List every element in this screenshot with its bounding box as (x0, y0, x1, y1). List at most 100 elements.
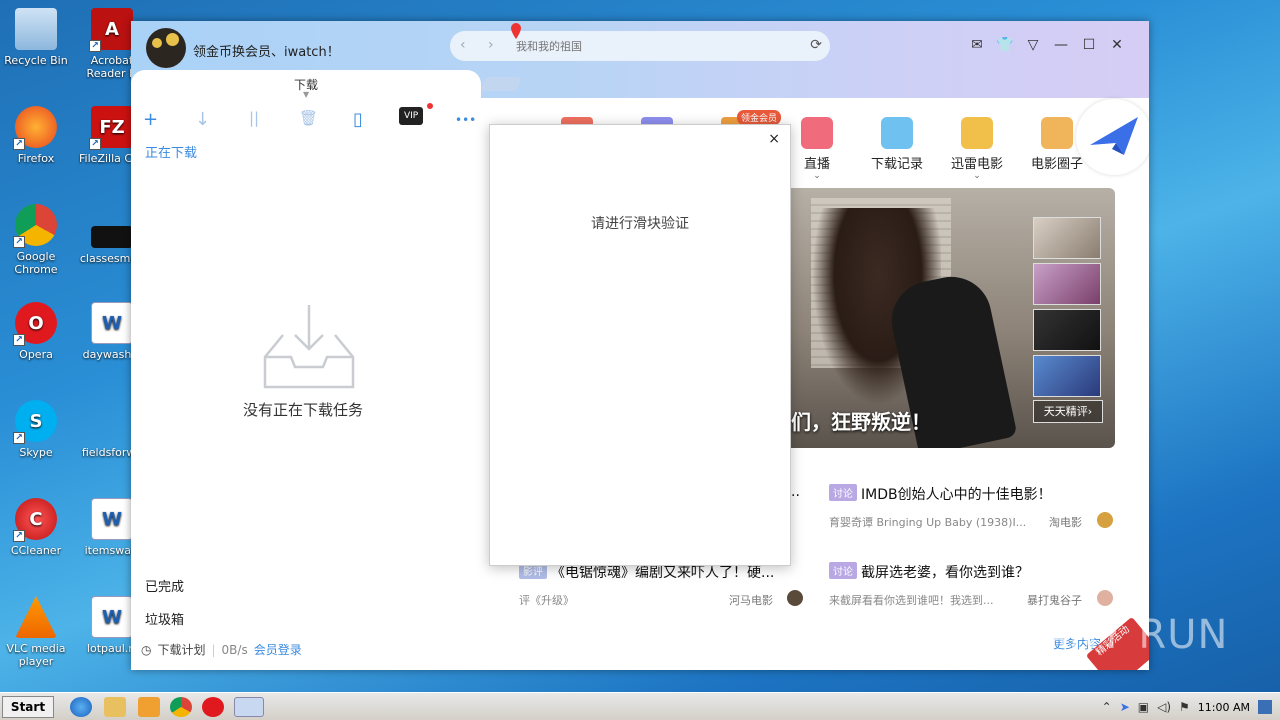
thumbnail[interactable] (1033, 309, 1101, 351)
skype-icon: S ↗ (13, 400, 57, 444)
member-login-link[interactable]: 会员登录 (254, 641, 302, 658)
desktop-icon-label: CCleaner (10, 544, 62, 557)
skin-icon[interactable]: 👕 (991, 37, 1019, 53)
search-input[interactable] (516, 37, 796, 55)
news-title: 《电锯惊魂》编剧又来吓人了！硬... (551, 565, 775, 581)
opera-icon: O ↗ (13, 302, 57, 346)
address-bar: ‹ › ⟳ (450, 23, 830, 61)
news-source: 河马电影 (729, 594, 773, 607)
avatar (787, 590, 803, 606)
desktop-icon-chrome[interactable]: ↗ Google Chrome (0, 204, 72, 276)
show-desktop-button[interactable] (1258, 700, 1272, 714)
thunder-tray-icon[interactable]: ➤ (1120, 700, 1130, 714)
news-subtitle: 评《升级》 (519, 594, 574, 607)
daily-review-button[interactable]: 天天精评› (1033, 400, 1103, 423)
news-title: 截屏选老婆，看你选到谁？ (861, 565, 1029, 581)
menu-icon[interactable]: ▽ (1019, 37, 1047, 53)
avatar (1097, 512, 1113, 528)
clock[interactable]: 11:00 AM (1198, 701, 1250, 714)
thumbnail[interactable] (1033, 263, 1101, 305)
avatar (1097, 590, 1113, 606)
promo-link[interactable]: 领金币换会员、iwatch！ (193, 41, 340, 60)
flag-icon[interactable]: ⚑ (1179, 700, 1190, 714)
news-subtitle: 来截屏看看你选到谁吧！我选到... (829, 594, 994, 607)
media-player-icon[interactable] (138, 697, 160, 717)
desktop-icon-skype[interactable]: S ↗ Skype (0, 400, 72, 459)
news-source: 暴打鬼谷子 (1027, 594, 1082, 607)
close-icon[interactable]: × (768, 131, 780, 147)
status-bar: ◷ 下载计划 | 0B/s 会员登录 (141, 641, 302, 658)
volume-icon[interactable]: ◁) (1157, 700, 1171, 714)
ie-icon[interactable] (70, 697, 92, 717)
vlc-icon (15, 596, 57, 638)
completed-filter[interactable]: 已完成 (145, 576, 184, 595)
network-icon[interactable]: ▣ (1138, 700, 1149, 714)
desktop-icon-firefox[interactable]: ↗ Firefox (0, 106, 72, 165)
chrome-icon[interactable] (170, 697, 192, 717)
thumbnail[interactable] (1033, 355, 1101, 397)
desktop-icon-label: Opera (19, 348, 53, 361)
category-label: 直播 (803, 157, 830, 172)
desktop-icon-label: Skype (19, 446, 53, 459)
news-title-partial[interactable]: .. (791, 484, 800, 500)
bird-icon (1090, 117, 1138, 155)
explorer-icon[interactable] (104, 697, 126, 717)
banner-caption: 人们，狂野叛逆！ (771, 410, 931, 434)
opera-icon[interactable] (202, 697, 224, 717)
trash-filter[interactable]: 垃圾箱 (145, 609, 184, 628)
user-avatar[interactable] (146, 28, 186, 68)
start-button[interactable]: Start (2, 696, 54, 718)
thunder-logo[interactable] (1076, 99, 1149, 175)
delete-icon[interactable]: 🗑 (299, 109, 318, 127)
new-tab-button[interactable] (480, 77, 522, 91)
file-icon (91, 226, 133, 248)
taskbar: Start ⌃ ➤ ▣ ◁) ⚑ 11:00 AM (0, 692, 1280, 720)
live-tv-icon (801, 117, 833, 149)
forward-icon[interactable]: › (488, 37, 494, 53)
news-tag: 讨论 (829, 484, 857, 501)
film-circle-icon (1041, 117, 1073, 149)
start-download-icon[interactable]: ↓ (195, 109, 210, 130)
message-icon[interactable]: ✉ (963, 37, 991, 53)
download-plan-link[interactable]: 下载计划 (157, 641, 205, 658)
thunder-taskbar-icon[interactable] (234, 697, 264, 717)
refresh-icon[interactable]: ⟳ (810, 37, 822, 53)
back-icon[interactable]: ‹ (460, 37, 466, 53)
chevron-up-icon[interactable]: ⌃ (1102, 700, 1112, 714)
category-live[interactable]: 直播 ⌄ (787, 117, 847, 181)
news-item-3[interactable]: 讨论 截屏选老婆，看你选到谁？ (829, 562, 1029, 582)
thumbnail[interactable] (1033, 217, 1101, 259)
news-title: IMDB创始人心中的十佳电影！ (861, 487, 1052, 503)
slider-verification-dialog: × 请进行滑块验证 (489, 124, 791, 566)
title-bar: 领金币换会员、iwatch！ ‹ › ⟳ ✉ 👕 ▽ — ☐ ✕ 下载 ▼ (131, 21, 1149, 100)
more-icon[interactable]: ••• (455, 113, 476, 127)
chrome-icon: ↗ (13, 204, 57, 248)
pause-icon[interactable]: || (249, 109, 259, 127)
desktop-icon-vlc[interactable]: VLC media player (0, 596, 72, 668)
desktop-icon-ccleaner[interactable]: C ↗ CCleaner (0, 498, 72, 557)
desktop-icon-recycle-bin[interactable]: Recycle Bin (0, 8, 72, 67)
news-item-1[interactable]: 讨论 IMDB创始人心中的十佳电影！ (829, 484, 1052, 504)
file-icon (91, 400, 133, 442)
minimize-button[interactable]: — (1047, 37, 1075, 53)
category-label: 下载记录 (870, 157, 923, 172)
vip-icon[interactable]: VIP (399, 107, 424, 125)
category-xunlei-movie[interactable]: 迅雷电影 ⌄ (947, 117, 1007, 181)
tab-download[interactable]: 下载 ▼ (131, 70, 481, 100)
ccleaner-icon: C ↗ (13, 498, 57, 542)
add-task-icon[interactable]: + (143, 109, 158, 130)
close-button[interactable]: ✕ (1103, 37, 1131, 53)
category-label: 迅雷电影 (950, 157, 1003, 172)
desktop-icon-opera[interactable]: O ↗ Opera (0, 302, 72, 361)
thunder-app-window: 领金币换会员、iwatch！ ‹ › ⟳ ✉ 👕 ▽ — ☐ ✕ 下载 ▼ + … (131, 21, 1149, 670)
phone-icon[interactable]: ▯ (353, 109, 363, 130)
news-subtitle: 育婴奇谭 Bringing Up Baby (1938)I... (829, 516, 1027, 529)
maximize-button[interactable]: ☐ (1075, 37, 1103, 53)
chevron-down-icon: ▼ (303, 90, 310, 99)
download-speed: 0B/s (221, 642, 248, 657)
downloading-filter[interactable]: 正在下载 (145, 142, 197, 161)
category-download-history[interactable]: 下载记录 (867, 117, 927, 172)
vip-dot (427, 103, 433, 109)
banner-thumbnails (1033, 217, 1103, 401)
cloud-icon (881, 117, 913, 149)
